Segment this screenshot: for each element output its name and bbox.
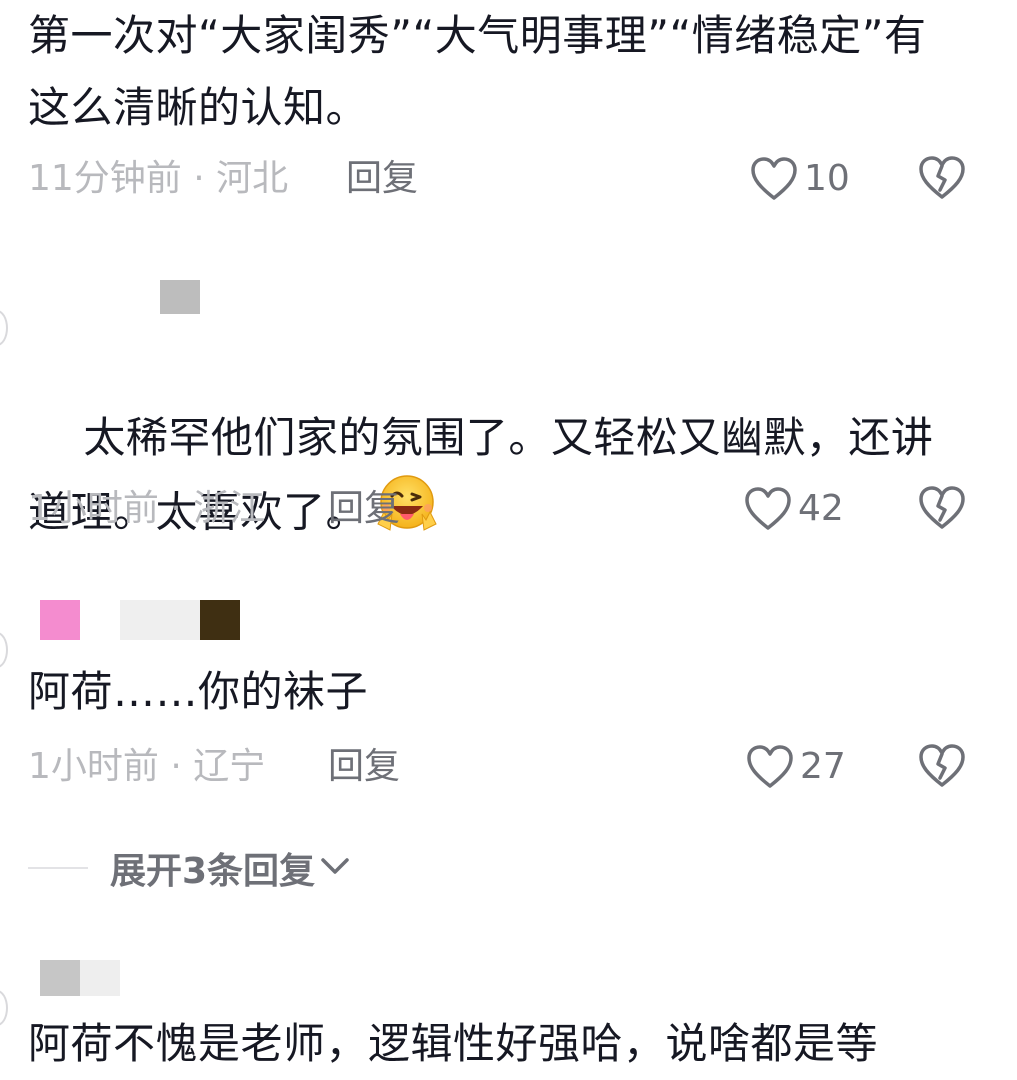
reply-button[interactable]: 回复 [328, 484, 400, 534]
heart-icon [744, 487, 792, 531]
expand-replies-label: 展开3条回复 [110, 851, 316, 892]
comment-time-location: 1小时前 · 浙江 [28, 488, 266, 529]
comment-meta: 1小时前 · 浙江 回复 42 [28, 484, 1017, 534]
comment-meta: 11分钟前 · 河北 回复 10 [28, 154, 1017, 204]
broken-heart-icon[interactable] [918, 156, 966, 200]
comment-time-location: 11分钟前 · 河北 [28, 158, 289, 199]
username-redacted[interactable] [40, 600, 80, 640]
like-button[interactable]: 42 [744, 484, 844, 534]
comment-text: 太稀罕他们家的氛围了。又轻松又幽默，还讲道理。太喜欢了。 [28, 330, 968, 628]
like-count: 27 [800, 746, 846, 787]
avatar[interactable] [0, 990, 8, 1026]
comment-text: 第一次对“大家闺秀”“大气明事理”“情绪稳定”有这么清晰的认知。 [28, 11, 927, 132]
divider [28, 867, 88, 869]
reply-button[interactable]: 回复 [328, 742, 400, 792]
username-redacted[interactable] [40, 960, 80, 996]
heart-icon [750, 157, 798, 201]
chevron-down-icon [319, 854, 351, 882]
comment-text: 阿荷不愧是老师，逻辑性好强哈，说啥都是等 [28, 1019, 879, 1068]
like-button[interactable]: 27 [746, 742, 846, 792]
like-button[interactable]: 10 [750, 154, 850, 204]
username-redacted[interactable] [200, 600, 240, 640]
username-redacted[interactable] [80, 960, 120, 996]
like-count: 42 [798, 488, 844, 529]
expand-replies-button[interactable]: 展开3条回复 [28, 840, 351, 896]
avatar[interactable] [0, 310, 8, 346]
comment-text: 阿荷……你的袜子 [28, 667, 369, 716]
avatar[interactable] [0, 632, 8, 668]
broken-heart-icon[interactable] [918, 486, 966, 530]
comment-meta: 1小时前 · 辽宁 回复 27 [28, 742, 1017, 792]
username-redacted[interactable] [160, 280, 200, 314]
broken-heart-icon[interactable] [918, 744, 966, 788]
reply-button[interactable]: 回复 [346, 154, 418, 204]
username-redacted[interactable] [120, 600, 200, 640]
heart-icon [746, 745, 794, 789]
like-count: 10 [804, 158, 850, 199]
comment-time-location: 1小时前 · 辽宁 [28, 746, 266, 787]
